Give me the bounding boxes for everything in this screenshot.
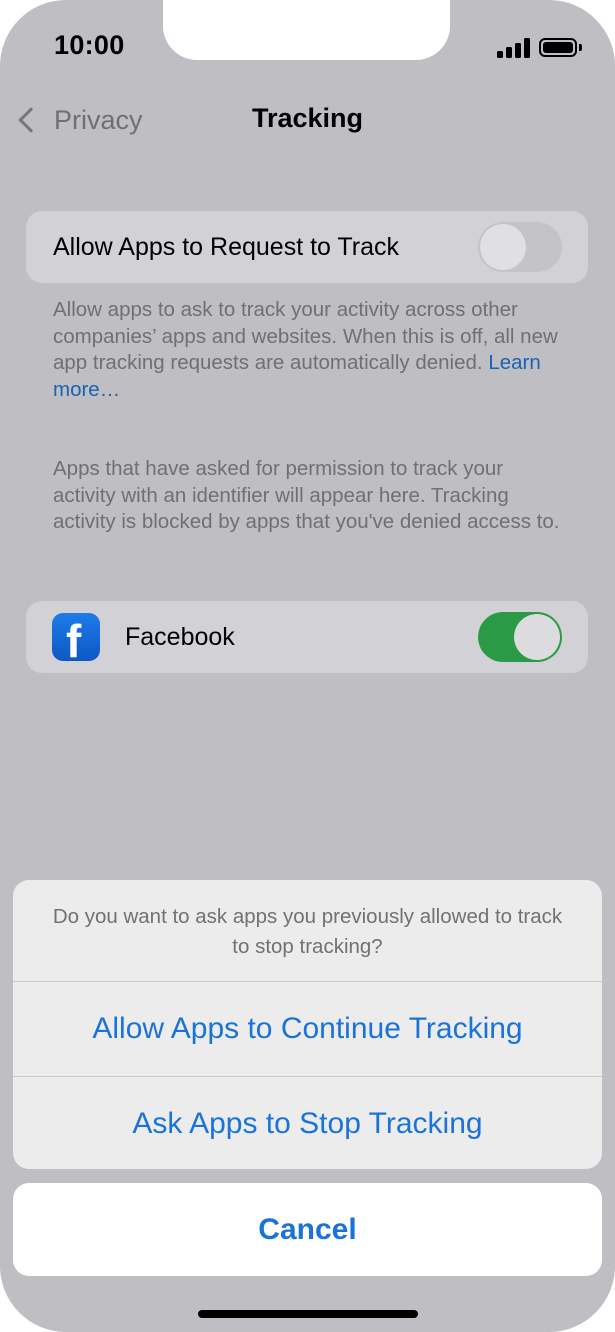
allow-tracking-description: Allow apps to ask to track your activity… — [53, 298, 558, 374]
phone-screen: 10:00 Privacy Tracking Allow Apps to Req… — [0, 0, 615, 1332]
allow-tracking-label: Allow Apps to Request to Track — [53, 233, 400, 261]
status-time: 10:00 — [54, 30, 125, 60]
cellular-signal-icon — [497, 38, 531, 58]
facebook-app-icon: f — [52, 613, 100, 661]
toggle-knob — [514, 614, 560, 660]
action-sheet-message: Do you want to ask apps you previously a… — [52, 905, 563, 958]
app-name: Facebook — [125, 623, 235, 651]
cancel-button[interactable]: Cancel — [13, 1183, 602, 1276]
battery-icon — [539, 38, 577, 57]
continue-tracking-button[interactable]: Allow Apps to Continue Tracking — [13, 982, 602, 1076]
battery-tip — [579, 44, 582, 51]
allow-tracking-footer: Allow apps to ask to track your activity… — [53, 297, 563, 403]
home-indicator[interactable] — [198, 1310, 418, 1318]
allow-tracking-toggle[interactable] — [478, 222, 562, 272]
allow-tracking-group: Allow Apps to Request to Track — [26, 211, 588, 283]
toggle-knob — [480, 224, 526, 270]
facebook-tracking-toggle[interactable] — [478, 612, 562, 662]
app-row-facebook: f Facebook — [26, 601, 588, 673]
notch — [163, 0, 450, 60]
stop-tracking-button[interactable]: Ask Apps to Stop Tracking — [13, 1077, 602, 1169]
apps-section-header: Apps that have asked for permission to t… — [53, 457, 560, 533]
action-sheet: Do you want to ask apps you previously a… — [13, 880, 602, 1169]
facebook-icon-glyph: f — [66, 615, 82, 661]
page-title: Tracking — [251, 103, 364, 133]
